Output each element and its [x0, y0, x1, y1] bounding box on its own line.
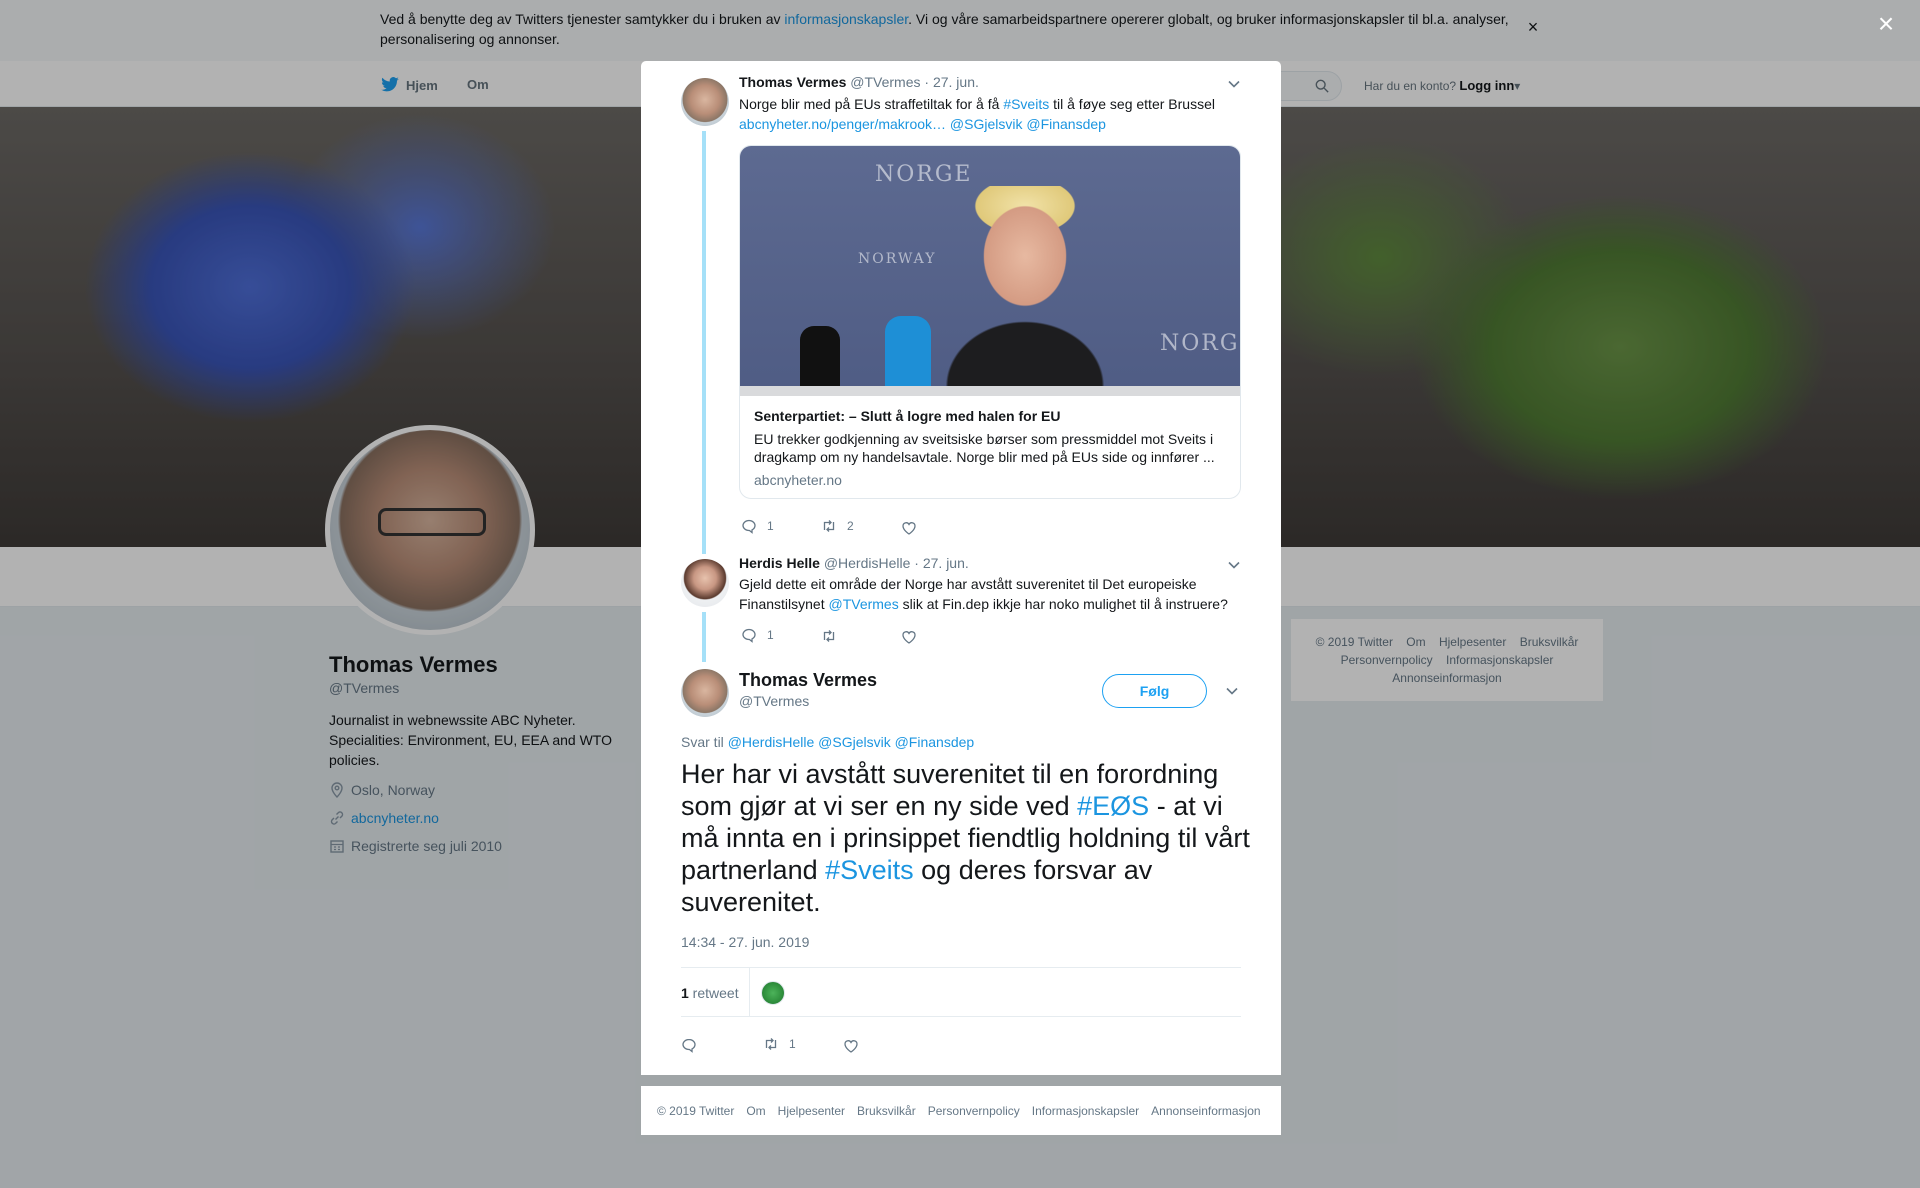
reply-icon [682, 1038, 696, 1053]
tweet-text: Gjeld dette eit område der Norge har avs… [739, 574, 1239, 614]
like-action[interactable] [901, 520, 917, 536]
tweet-date[interactable]: · 27. jun. [914, 555, 968, 571]
card-description: EU trekker godkjenning av sveitsiske bør… [754, 431, 1215, 465]
card-watermark: NORGE [875, 162, 973, 187]
reply-action[interactable]: 1 [741, 627, 774, 643]
card-image: NORGE NORWAY NORGE [740, 146, 1240, 396]
hashtag-link[interactable]: #Sveits [825, 855, 914, 885]
retweet-count: 2 [847, 519, 854, 533]
footer-link-terms[interactable]: Bruksvilkår [857, 1104, 916, 1118]
modal-footer: © 2019 Twitter Om Hjelpesenter Bruksvilk… [641, 1086, 1281, 1135]
retweet-stat[interactable]: 1 retweet [681, 985, 739, 1001]
like-action[interactable] [843, 1038, 859, 1054]
chevron-down-icon[interactable] [1227, 558, 1241, 572]
close-modal-button[interactable]: × [1874, 10, 1898, 38]
avatar[interactable] [681, 559, 729, 607]
footer-link-ads-info[interactable]: Annonseinformasjon [1151, 1104, 1260, 1118]
tweet-header: Herdis Helle @HerdisHelle · 27. jun. [739, 555, 969, 571]
tweet-header: Thomas Vermes @TVermes · 27. jun. [739, 74, 979, 90]
mention-link[interactable]: @Finansdep [1026, 116, 1106, 132]
reply-to-label: Svar til [681, 734, 728, 750]
tweet-author-handle[interactable]: @TVermes [850, 74, 920, 90]
tweet-author-name[interactable]: Thomas Vermes [739, 670, 877, 691]
card-watermark: NORWAY [858, 251, 937, 267]
hashtag-link[interactable]: #EØS [1077, 791, 1149, 821]
reply-count: 1 [767, 628, 774, 642]
heart-icon [902, 631, 916, 644]
retweet-stat-label: retweet [688, 985, 739, 1001]
footer-link-cookies[interactable]: Informasjonskapsler [1032, 1104, 1139, 1118]
reply-icon [742, 628, 756, 643]
reply-count: 1 [767, 519, 774, 533]
avatar[interactable] [681, 669, 729, 717]
tweet-text-end: slik at Fin.dep ikkje har noko mulighet … [898, 596, 1228, 612]
footer-link-about[interactable]: Om [746, 1104, 765, 1118]
retweet-action[interactable]: 2 [821, 518, 854, 534]
thread-connector [702, 131, 706, 554]
tweet-permalink-modal: Thomas Vermes @TVermes · 27. jun. Norge … [641, 61, 1281, 1075]
tweet-timestamp: 14:34 - 27. jun. 2019 [681, 934, 810, 950]
chevron-down-icon[interactable] [1225, 684, 1239, 698]
card-title: Senterpartiet: – Slutt å logre med halen… [754, 408, 1061, 424]
retweet-icon [765, 1038, 777, 1050]
card-domain: abcnyheter.no [754, 472, 842, 488]
mention-link[interactable]: @SGjelsvik [950, 116, 1023, 132]
tweet-author-handle[interactable]: @HerdisHelle [824, 555, 911, 571]
avatar[interactable] [681, 78, 729, 126]
tweet-text-start: Norge blir med på EUs straffetiltak for … [739, 96, 1004, 112]
reply-action[interactable]: 1 [741, 518, 774, 534]
reply-icon [742, 519, 756, 534]
retweet-icon [823, 520, 835, 532]
retweet-action[interactable] [821, 628, 837, 644]
reply-action[interactable] [681, 1037, 697, 1053]
chevron-down-icon[interactable] [1227, 77, 1241, 91]
footer-link-privacy[interactable]: Personvernpolicy [928, 1104, 1020, 1118]
main-tweet-text: Her har vi avstått suverenitet til en fo… [681, 758, 1251, 918]
reply-to-mentions[interactable]: @HerdisHelle @SGjelsvik @Finansdep [728, 734, 975, 750]
retweet-action[interactable]: 1 [763, 1036, 796, 1052]
retweeter-avatar[interactable] [761, 981, 785, 1005]
footer-link-help[interactable]: Hjelpesenter [778, 1104, 845, 1118]
url-link[interactable]: abcnyheter.no/penger/makrook… [739, 116, 946, 132]
tweet-author-name[interactable]: Thomas Vermes [739, 74, 846, 90]
heart-icon [844, 1040, 858, 1053]
reply-to-line: Svar til @HerdisHelle @SGjelsvik @Finans… [681, 734, 974, 750]
retweet-icon [823, 630, 835, 642]
stats-divider [749, 968, 750, 1016]
follow-button[interactable]: Følg [1102, 674, 1207, 708]
tweet-date[interactable]: · 27. jun. [924, 74, 978, 90]
heart-icon [902, 522, 916, 535]
tweet-text-end: til å føye seg etter Brussel [1049, 96, 1215, 112]
tweet-stats: 1 retweet [681, 967, 1241, 1017]
link-card[interactable]: NORGE NORWAY NORGE Senterpartiet: – Slut… [739, 145, 1241, 499]
tweet-text: Norge blir med på EUs straffetiltak for … [739, 94, 1239, 134]
tweet-author-name[interactable]: Herdis Helle [739, 555, 820, 571]
mention-link[interactable]: @TVermes [828, 596, 898, 612]
like-action[interactable] [901, 629, 917, 645]
retweet-count: 1 [789, 1037, 796, 1051]
tweet-author-handle[interactable]: @TVermes [739, 693, 809, 709]
thread-connector [702, 612, 706, 662]
retweet-stat-count: 1 [681, 985, 689, 1001]
card-watermark: NORGE [1160, 331, 1240, 356]
hashtag-link[interactable]: #Sveits [1003, 96, 1049, 112]
footer-copyright: © 2019 Twitter [657, 1103, 735, 1118]
